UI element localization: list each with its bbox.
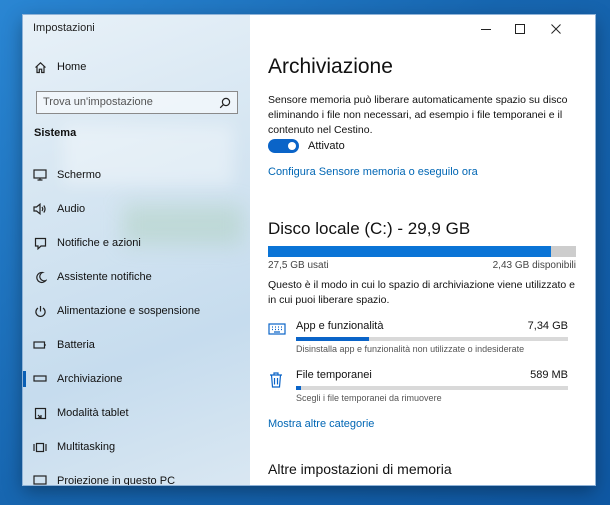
sidebar-item-audio[interactable]: Audio	[23, 194, 250, 224]
tablet-icon	[33, 406, 47, 420]
sidebar-item-batteria[interactable]: Batteria	[23, 330, 250, 360]
storage-icon	[33, 372, 47, 386]
storage-sense-toggle[interactable]	[268, 139, 299, 153]
multitasking-icon	[33, 440, 47, 454]
page-title: Archiviazione	[268, 55, 393, 78]
category-subtitle: Scegli i file temporanei da rimuovere	[296, 393, 442, 403]
sidebar-item-home[interactable]: Home	[23, 52, 250, 82]
search-placeholder: Trova un'impostazione	[43, 96, 153, 108]
moon-icon	[33, 270, 47, 284]
search-input[interactable]: Trova un'impostazione	[36, 91, 238, 114]
sidebar-item-alimentazione[interactable]: Alimentazione e sospensione	[23, 296, 250, 326]
category-size: 589 MB	[530, 369, 568, 381]
sidebar-item-modalita-tablet[interactable]: Modalità tablet	[23, 398, 250, 428]
sidebar: Impostazioni Home Trova un'impostazione …	[23, 15, 250, 485]
sidebar-item-proiezione[interactable]: Proiezione in questo PC	[23, 466, 250, 485]
toggle-knob	[288, 142, 296, 150]
main-content: Archiviazione Sensore memoria può libera…	[250, 15, 595, 485]
sidebar-item-label: Batteria	[57, 339, 95, 351]
battery-icon	[33, 338, 47, 352]
close-icon	[551, 24, 561, 34]
sidebar-item-label: Modalità tablet	[57, 407, 129, 419]
category-usage-fill	[296, 386, 302, 390]
sidebar-item-label: Notifiche e azioni	[57, 237, 141, 249]
active-indicator	[23, 371, 26, 387]
storage-sense-description: Sensore memoria può liberare automaticam…	[268, 94, 568, 136]
sidebar-item-label: Assistente notifiche	[57, 271, 152, 283]
disk-used-label: 27,5 GB usati	[268, 260, 329, 271]
configure-storage-sense-link[interactable]: Configura Sensore memoria o eseguilo ora	[268, 166, 478, 178]
toggle-state-label: Attivato	[308, 140, 345, 152]
usage-description: Questo è il modo in cui lo spazio di arc…	[268, 279, 575, 306]
sidebar-item-label: Alimentazione e sospensione	[57, 305, 201, 317]
monitor-icon	[33, 168, 47, 182]
maximize-icon	[515, 24, 525, 34]
sidebar-item-label: Proiezione in questo PC	[57, 475, 176, 485]
sidebar-item-label: Multitasking	[57, 441, 116, 453]
notifications-icon	[33, 236, 47, 250]
category-usage-bar	[296, 386, 568, 390]
projection-icon	[33, 474, 47, 485]
settings-window: Impostazioni Home Trova un'impostazione …	[23, 15, 595, 485]
disk-usage-bar	[268, 246, 576, 257]
category-file-temporanei[interactable]: File temporanei 589 MB Scegli i file tem…	[268, 369, 578, 409]
category-app-e-funzionalita[interactable]: App e funzionalità 7,34 GB Disinstalla a…	[268, 320, 578, 360]
category-usage-fill	[296, 337, 370, 341]
category-size: 7,34 GB	[527, 320, 568, 332]
close-button[interactable]	[540, 18, 572, 40]
section-title: Sistema	[34, 127, 77, 139]
apps-keyboard-icon	[268, 322, 286, 340]
other-settings-title: Altre impostazioni di memoria	[268, 461, 452, 477]
sidebar-item-label: Schermo	[57, 169, 102, 181]
trash-icon	[268, 371, 286, 389]
sidebar-item-assistente-notifiche[interactable]: Assistente notifiche	[23, 262, 250, 292]
sidebar-item-archiviazione[interactable]: Archiviazione	[23, 364, 250, 394]
category-name: App e funzionalità	[296, 320, 384, 332]
sidebar-item-label: Home	[57, 61, 87, 73]
disk-title: Disco locale (C:) - 29,9 GB	[268, 219, 471, 238]
sidebar-item-schermo[interactable]: Schermo	[23, 160, 250, 190]
sidebar-item-label: Audio	[57, 203, 86, 215]
show-more-categories-link[interactable]: Mostra altre categorie	[268, 418, 374, 430]
search-icon	[219, 96, 231, 114]
minimize-icon	[481, 29, 491, 30]
category-usage-bar	[296, 337, 568, 341]
minimize-button[interactable]	[470, 18, 502, 40]
sidebar-item-notifiche[interactable]: Notifiche e azioni	[23, 228, 250, 258]
category-subtitle: Disinstalla app e funzionalità non utili…	[296, 344, 525, 354]
sidebar-item-label: Archiviazione	[57, 373, 123, 385]
speaker-icon	[33, 202, 47, 216]
disk-usage-fill	[268, 246, 552, 257]
category-name: File temporanei	[296, 369, 372, 381]
sidebar-item-multitasking[interactable]: Multitasking	[23, 432, 250, 462]
home-icon	[33, 60, 47, 74]
power-icon	[33, 304, 47, 318]
disk-free-label: 2,43 GB disponibili	[492, 260, 576, 271]
window-title: Impostazioni	[33, 22, 95, 34]
maximize-button[interactable]	[504, 18, 536, 40]
